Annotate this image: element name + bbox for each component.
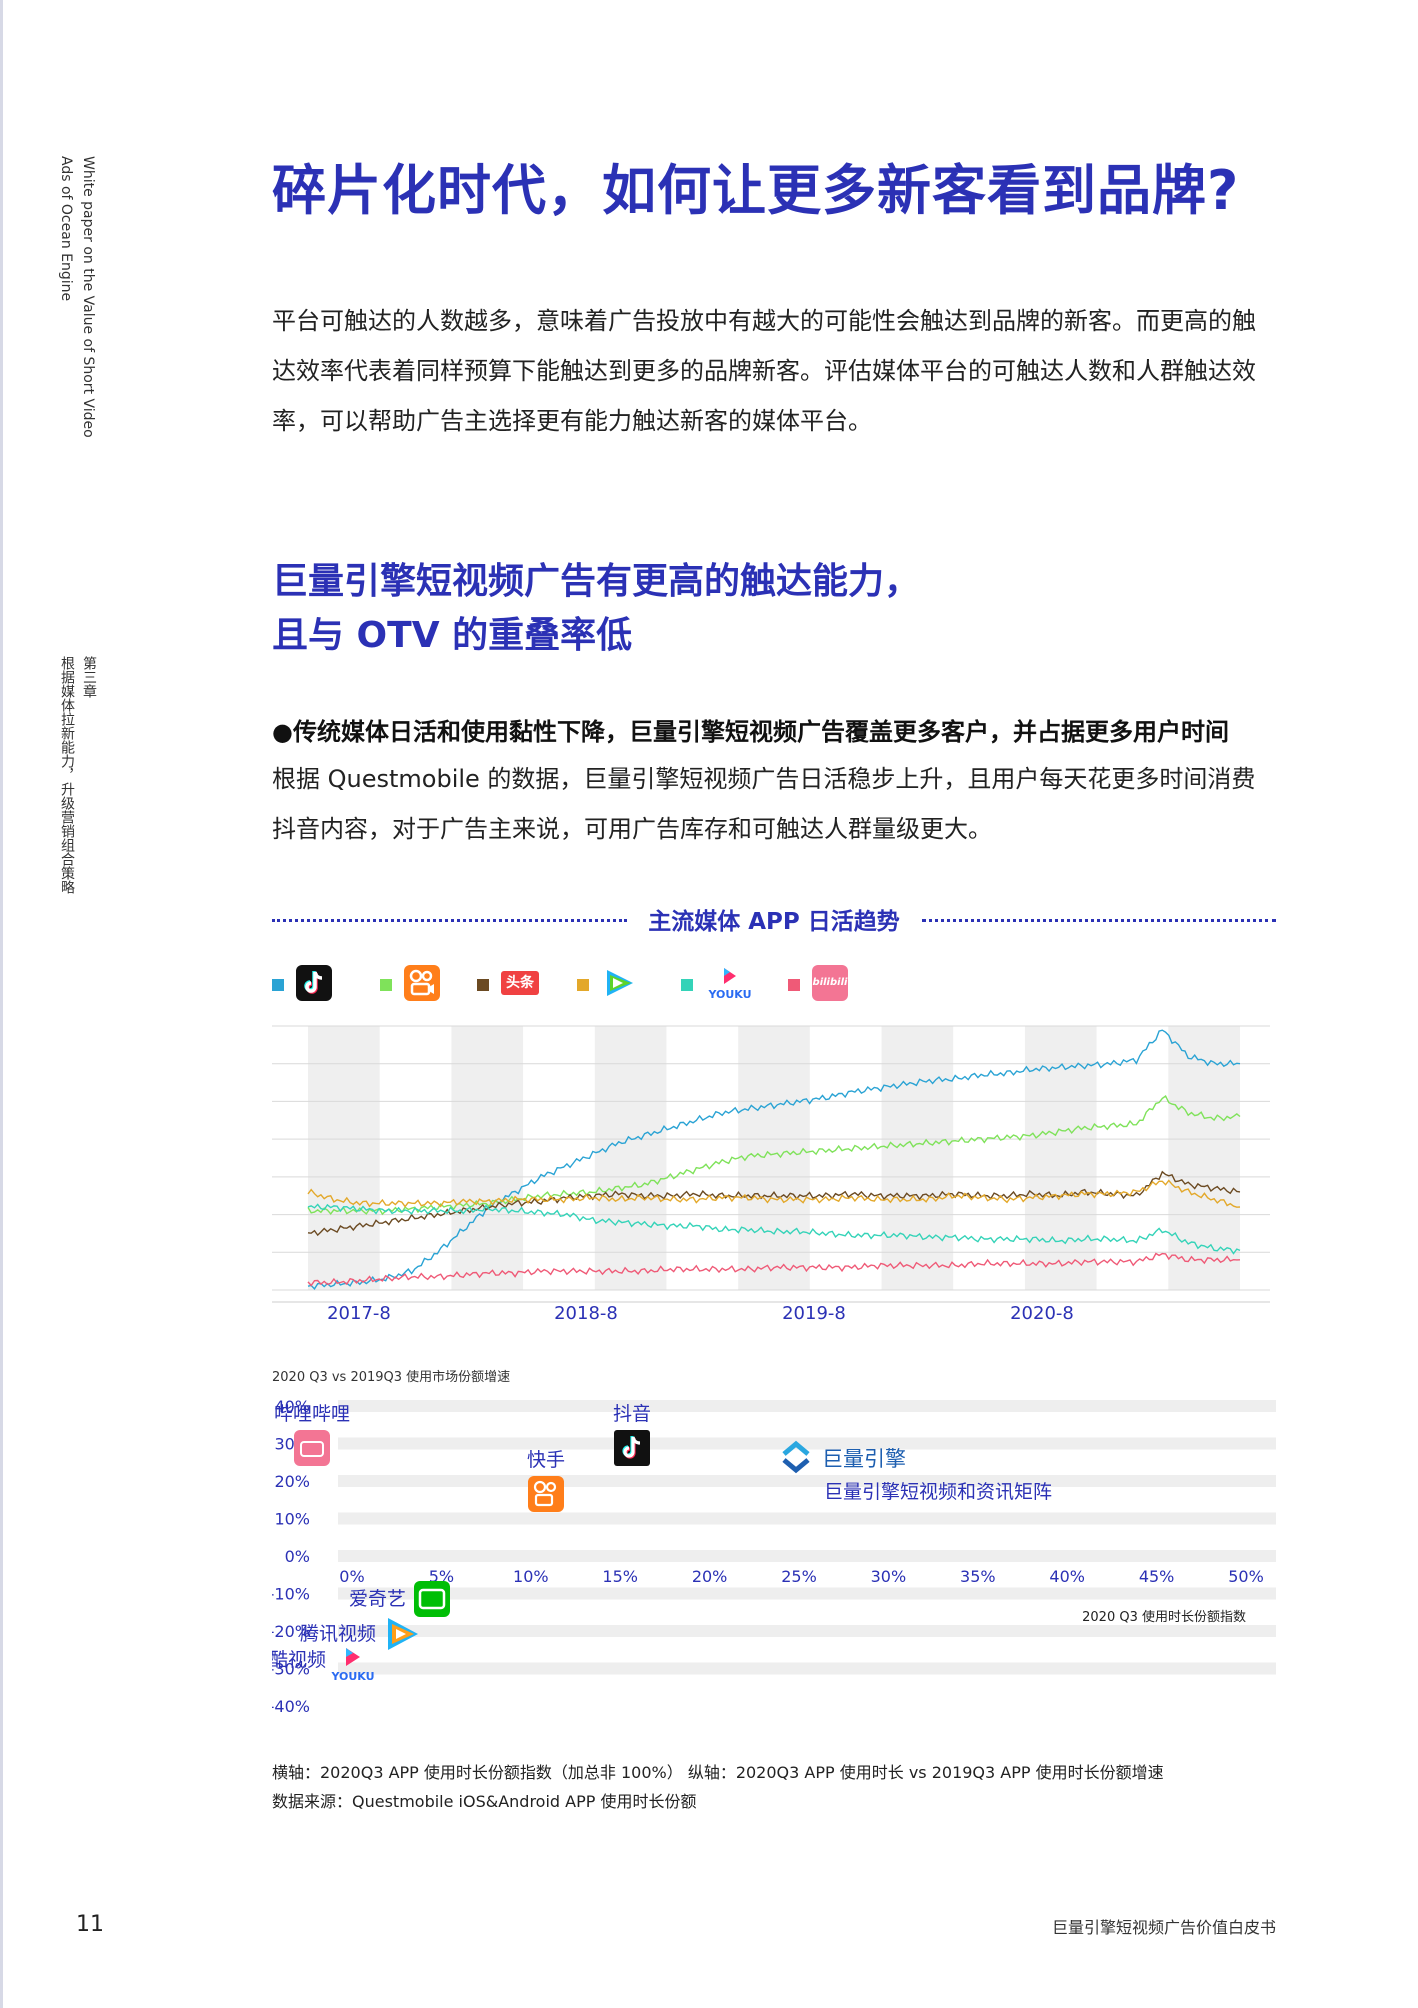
chart-title-row: 主流媒体 APP 日活趋势 bbox=[272, 900, 1276, 940]
scatter-point-label: 优酷视频 bbox=[272, 1649, 326, 1671]
legend-swatch-youku bbox=[681, 979, 693, 991]
scatter-y-tick: 20% bbox=[274, 1472, 310, 1491]
scatter-band bbox=[338, 1512, 1276, 1525]
legend-swatch-bilibili bbox=[788, 979, 800, 991]
scatter-x-axis-label: 2020 Q3 使用时长份额指数 bbox=[1082, 1609, 1246, 1625]
legend-swatch-kuaishou bbox=[380, 979, 392, 991]
scatter-band bbox=[338, 1550, 1276, 1562]
scatter-band bbox=[338, 1625, 1276, 1637]
line-chart-x-tick: 2018-8 bbox=[554, 1303, 618, 1320]
ocean-engine-logo-lower bbox=[782, 1458, 810, 1474]
scatter-y-tick: -10% bbox=[272, 1585, 310, 1604]
scatter-x-tick: 50% bbox=[1228, 1567, 1264, 1586]
axis-note: 横轴：2020Q3 APP 使用时长份额指数（加总非 100%） 纵轴：2020… bbox=[272, 1763, 1164, 1782]
line-chart-band bbox=[308, 1026, 380, 1290]
sidebar-whitepaper-line2: Ads of Ocean Engine bbox=[58, 156, 74, 302]
kuaishou-logo-icon bbox=[404, 965, 440, 1001]
scatter-point-douyin: 抖音 bbox=[613, 1403, 651, 1466]
data-source-note: 数据来源：Questmobile iOS&Android APP 使用时长份额 bbox=[272, 1792, 697, 1811]
sidebar-whitepaper-title: White paper on the Value of Short Video … bbox=[55, 156, 99, 438]
scatter-band bbox=[338, 1662, 1276, 1675]
intro-paragraph: 平台可触达的人数越多，意味着广告投放中有越大的可能性会触达到品牌的新客。而更高的… bbox=[272, 307, 1256, 435]
scatter-x-tick: 45% bbox=[1139, 1567, 1175, 1586]
scatter-x-tick: 10% bbox=[513, 1567, 549, 1586]
line-chart-band bbox=[594, 1026, 667, 1290]
scatter-x-tick: 35% bbox=[960, 1567, 996, 1586]
line-chart-x-tick: 2019-8 bbox=[782, 1303, 846, 1320]
line-chart-x-tick: 2017-8 bbox=[327, 1303, 391, 1320]
bullet-paragraph: 根据 Questmobile 的数据，巨量引擎短视频广告日活稳步上升，且用户每天… bbox=[272, 765, 1256, 843]
scatter-point-label: 巨量引擎 bbox=[822, 1447, 906, 1471]
scatter-band bbox=[338, 1437, 1276, 1450]
footer-doc-title: 巨量引擎短视频广告价值白皮书 bbox=[1051, 1918, 1276, 1937]
sidebar-chapter-subtitle: 根据媒体拉新能力，升级营销组合策略 bbox=[59, 656, 75, 894]
scatter-point-sublabel: 巨量引擎短视频和资讯矩阵 bbox=[824, 1481, 1052, 1503]
bilibili-logo-icon: bilibili bbox=[812, 965, 848, 1001]
legend-swatch-tencent bbox=[577, 979, 589, 991]
toutiao-logo-icon: 头条 bbox=[501, 971, 539, 995]
line-chart-x-ticks: 2017-8 2018-8 2019-8 2020-8 bbox=[327, 1303, 1074, 1320]
line-chart-band bbox=[451, 1026, 524, 1290]
scatter-x-tick: 25% bbox=[781, 1567, 817, 1586]
scatter-point-label: 哔哩哔哩 bbox=[274, 1403, 350, 1425]
line-chart: 2017-8 2018-8 2019-8 2020-8 bbox=[272, 1025, 1270, 1320]
scatter-point-iqiyi: 爱奇艺 bbox=[349, 1581, 450, 1617]
scatter-point-label: 爱奇艺 bbox=[349, 1588, 406, 1610]
legend-swatch-douyin bbox=[272, 979, 284, 991]
scatter-x-ticks: 0% 5% 10% 15% 20% 25% 30% 35% 40% 45% 50% bbox=[339, 1567, 1263, 1586]
scatter-point-label: 抖音 bbox=[613, 1403, 651, 1425]
scatter-bands bbox=[338, 1400, 1276, 1675]
line-chart-band bbox=[1168, 1026, 1240, 1290]
scatter-point-kuaishou: 快手 bbox=[527, 1449, 565, 1512]
scatter-x-tick: 30% bbox=[871, 1567, 907, 1586]
title-dotline-right bbox=[922, 919, 1276, 922]
youku-logo-text: YOUKU bbox=[707, 988, 751, 1001]
scatter-x-tick: 15% bbox=[602, 1567, 638, 1586]
section-heading-line1: 巨量引擎短视频广告有更高的触达能力， bbox=[272, 561, 921, 602]
sidebar-chapter: 第三章 根据媒体拉新能力，升级营销组合策略 bbox=[56, 656, 100, 894]
scatter-band bbox=[338, 1475, 1276, 1487]
section-heading-line2: 且与 OTV 的重叠率低 bbox=[272, 615, 633, 656]
sidebar-chapter-label: 第三章 bbox=[81, 656, 97, 698]
scatter-band bbox=[338, 1587, 1276, 1600]
scatter-point-label: 腾讯视频 bbox=[300, 1623, 376, 1645]
scatter-point-ocean-engine: 巨量引擎巨量引擎短视频和资讯矩阵 bbox=[782, 1440, 1052, 1503]
page-number: 11 bbox=[76, 1912, 104, 1937]
douyin-logo-icon bbox=[296, 965, 332, 1001]
legend-swatch-toutiao bbox=[477, 979, 489, 991]
line-chart-band bbox=[738, 1026, 810, 1290]
scatter-point-tencent-video: 腾讯视频 bbox=[300, 1618, 418, 1650]
scatter-y-tick: -40% bbox=[272, 1697, 310, 1716]
scatter-chart: 40%30%20%10%0%-10%-20%-30%-40% 0% 5% 10% 15… bbox=[272, 1397, 1276, 1716]
bullet-heading: ●传统媒体日活和使用黏性下降，巨量引擎短视频广告覆盖更多客户，并占据更多用户时间 bbox=[272, 718, 1229, 746]
page-title: 碎片化时代，如何让更多新客看到品牌? bbox=[272, 159, 1240, 222]
line-chart-x-tick: 2020-8 bbox=[1010, 1303, 1074, 1320]
scatter-chart-title: 2020 Q3 vs 2019Q3 使用市场份额增速 bbox=[272, 1370, 511, 1385]
tencent-video-logo-icon bbox=[601, 965, 637, 1001]
scatter-x-tick: 20% bbox=[692, 1567, 728, 1586]
scatter-x-tick: 0% bbox=[339, 1567, 364, 1586]
scatter-point-label: 快手 bbox=[527, 1449, 565, 1471]
line-chart-band bbox=[881, 1026, 954, 1290]
bilibili-logo-icon bbox=[294, 1430, 330, 1466]
page-edge-strip bbox=[0, 0, 3, 2008]
scatter-y-tick: 0% bbox=[285, 1547, 310, 1566]
scatter-x-tick: 40% bbox=[1049, 1567, 1085, 1586]
sidebar-whitepaper-line1: White paper on the Value of Short Video bbox=[80, 156, 96, 438]
scatter-band bbox=[338, 1400, 1276, 1412]
youku-logo-text: YOUKU bbox=[330, 1670, 374, 1683]
scatter-y-tick: 10% bbox=[274, 1510, 310, 1529]
youku-logo-icon: YOUKU bbox=[705, 965, 755, 1001]
